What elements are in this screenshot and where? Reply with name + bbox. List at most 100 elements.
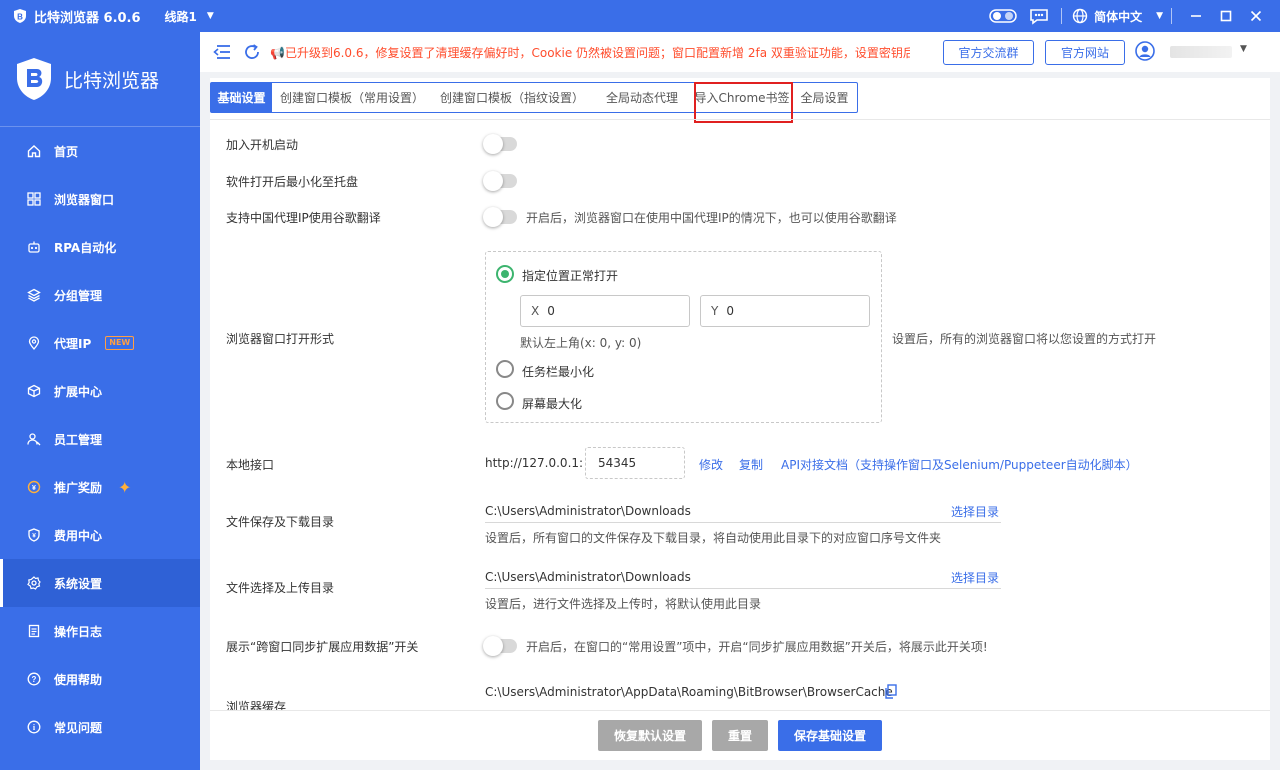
close-icon[interactable] — [1242, 0, 1270, 32]
upload-dir-choose-link[interactable]: 选择目录 — [951, 569, 999, 586]
sidebar-item-billing[interactable]: ¥ 费用中心 — [0, 511, 200, 559]
sidebar-item-label: 使用帮助 — [54, 672, 103, 687]
sidebar-item-groups[interactable]: 分组管理 — [0, 271, 200, 319]
user-avatar-icon[interactable] — [1135, 41, 1155, 61]
window-open-hint: 设置后，所有的浏览器窗口将以您设置的方式打开 — [892, 332, 1157, 346]
y-coordinate-input[interactable]: Y 0 — [700, 295, 870, 327]
cn-translate-toggle[interactable] — [483, 207, 517, 227]
minimize-tray-toggle[interactable] — [483, 171, 517, 191]
minimize-icon[interactable] — [1182, 0, 1210, 32]
download-dir-label: 文件保存及下载目录 — [226, 515, 335, 529]
tab-global-dynamic-proxy[interactable]: 全局动态代理 — [592, 83, 692, 112]
download-dir-hint: 设置后，所有窗口的文件保存及下载目录，将自动使用此目录下的对应窗口序号文件夹 — [485, 531, 942, 545]
sidebar-item-system-settings[interactable]: 系统设置 — [0, 559, 200, 607]
radio-taskbar-minimize-label[interactable]: 任务栏最小化 — [522, 363, 594, 380]
window-open-label: 浏览器窗口打开形式 — [226, 332, 335, 346]
copy-port-link[interactable]: 复制 — [739, 456, 763, 473]
port-input[interactable]: 54345 — [585, 447, 685, 479]
refresh-icon[interactable] — [242, 42, 262, 62]
x-prefix: X — [531, 304, 540, 318]
user-chevron-down-icon[interactable]: ▼ — [1240, 44, 1247, 54]
startup-toggle[interactable] — [483, 134, 517, 154]
brand: 比特浏览器 — [0, 32, 200, 127]
radio-taskbar-minimize[interactable] — [496, 360, 514, 378]
official-website-button[interactable]: 官方网站 — [1045, 40, 1125, 65]
save-basic-settings-button[interactable]: 保存基础设置 — [778, 720, 882, 751]
minimize-tray-label: 软件打开后最小化至托盘 — [226, 175, 359, 189]
download-dir-path: C:\Users\Administrator\Downloads — [485, 504, 691, 518]
sidebar-item-rpa[interactable]: RPA自动化 — [0, 223, 200, 271]
svg-text:¥: ¥ — [32, 533, 36, 540]
y-value: 0 — [726, 304, 734, 318]
x-value: 0 — [547, 304, 555, 318]
radio-screen-maximize-label[interactable]: 屏幕最大化 — [522, 395, 582, 412]
tab-import-chrome-bookmarks[interactable]: 导入Chrome书签 — [692, 83, 792, 112]
log-icon — [26, 623, 42, 639]
language-selector[interactable]: 简体中文 — [1094, 8, 1142, 25]
username-blurred — [1170, 46, 1232, 58]
toggle-knob — [483, 636, 503, 656]
x-coordinate-input[interactable]: X 0 — [520, 295, 690, 327]
sidebar-item-home[interactable]: 首页 — [0, 127, 200, 175]
title-bar: B 比特浏览器 6.0.6 线路1 ▼ 简体中文 ▼ — [0, 0, 1280, 32]
radio-screen-maximize[interactable] — [496, 392, 514, 410]
y-prefix: Y — [711, 304, 719, 318]
collapse-menu-icon[interactable] — [212, 42, 232, 62]
sidebar: 比特浏览器 首页 浏览器窗口 RPA自动化 分组管理 代理IP NEW 扩展中心… — [0, 32, 200, 770]
sync-ext-label: 展示“跨窗口同步扩展应用数据”开关 — [226, 640, 419, 654]
settings-tabs: 基础设置 创建窗口模板（常用设置） 创建窗口模板（指纹设置） 全局动态代理 导入… — [210, 82, 858, 123]
chevron-down-icon[interactable]: ▼ — [207, 11, 214, 21]
sync-ext-toggle[interactable] — [483, 636, 517, 656]
titlebar-divider-2 — [1171, 8, 1172, 24]
theme-toggle-icon[interactable] — [989, 6, 1017, 26]
line-selector[interactable]: 线路1 — [165, 8, 197, 25]
tab-template-fingerprint[interactable]: 创建窗口模板（指纹设置） — [432, 83, 592, 112]
download-dir-choose-link[interactable]: 选择目录 — [951, 503, 999, 520]
sidebar-item-proxy-ip[interactable]: 代理IP NEW — [0, 319, 200, 367]
globe-icon[interactable] — [1070, 6, 1090, 26]
sidebar-item-staff[interactable]: 员工管理 — [0, 415, 200, 463]
sidebar-item-label: 费用中心 — [54, 528, 103, 543]
toggle-knob — [483, 207, 503, 227]
settings-panel: 基础设置 创建窗口模板（常用设置） 创建窗口模板（指纹设置） 全局动态代理 导入… — [210, 78, 1270, 710]
api-doc-link[interactable]: API对接文档（支持操作窗口及Selenium/Puppeteer自动化脚本） — [781, 456, 1138, 473]
sidebar-item-label: 常见问题 — [54, 720, 103, 735]
sparkle-icon: ✦ — [118, 477, 132, 497]
upload-dir-label: 文件选择及上传目录 — [226, 581, 335, 595]
brand-logo-icon — [17, 58, 51, 100]
maximize-icon[interactable] — [1212, 0, 1240, 32]
sidebar-item-promotion[interactable]: ¥ 推广奖励 ✦ — [0, 463, 200, 511]
help-icon: ? — [26, 671, 42, 687]
language-chevron-icon[interactable]: ▼ — [1156, 11, 1163, 21]
chat-bubble-icon[interactable] — [1025, 6, 1053, 26]
update-notice[interactable]: 📢已升级到6.0.6，修复设置了清理缓存偏好时，Cookie 仍然被设置问题；窗… — [270, 44, 910, 61]
sidebar-item-browser-windows[interactable]: 浏览器窗口 — [0, 175, 200, 223]
radio-position-open-label[interactable]: 指定位置正常打开 — [522, 267, 618, 284]
official-group-button[interactable]: 官方交流群 — [943, 40, 1034, 65]
sidebar-item-operation-log[interactable]: 操作日志 — [0, 607, 200, 655]
tab-global-settings[interactable]: 全局设置 — [792, 83, 857, 112]
cn-translate-hint: 开启后，浏览器窗口在使用中国代理IP的情况下，也可以使用谷歌翻译 — [526, 211, 897, 225]
sidebar-item-label: 系统设置 — [54, 576, 103, 591]
location-pin-icon — [26, 335, 42, 351]
tab-template-common[interactable]: 创建窗口模板（常用设置） — [272, 83, 432, 112]
sidebar-item-label: 操作日志 — [54, 624, 103, 639]
sidebar-item-faq[interactable]: i 常见问题 — [0, 703, 200, 751]
app-title: 比特浏览器 6.0.6 — [34, 10, 141, 26]
cache-path: C:\Users\Administrator\AppData\Roaming\B… — [485, 685, 893, 699]
radio-position-open[interactable] — [496, 265, 514, 283]
cube-icon — [26, 383, 42, 399]
modify-port-link[interactable]: 修改 — [699, 456, 723, 473]
app-logo-icon: B — [14, 9, 26, 23]
tab-basic-settings[interactable]: 基础设置 — [211, 83, 272, 112]
sidebar-item-label: 扩展中心 — [54, 384, 103, 399]
upload-dir-hint: 设置后，进行文件选择及上传时，将默认使用此目录 — [485, 597, 762, 611]
sidebar-item-label: 员工管理 — [54, 432, 103, 447]
shield-yen-icon: ¥ — [26, 527, 42, 543]
copy-icon[interactable] — [884, 684, 898, 700]
home-icon — [26, 143, 42, 159]
sidebar-item-help[interactable]: ? 使用帮助 — [0, 655, 200, 703]
restore-default-button[interactable]: 恢复默认设置 — [598, 720, 702, 751]
sidebar-item-extensions[interactable]: 扩展中心 — [0, 367, 200, 415]
reset-button[interactable]: 重置 — [712, 720, 768, 751]
